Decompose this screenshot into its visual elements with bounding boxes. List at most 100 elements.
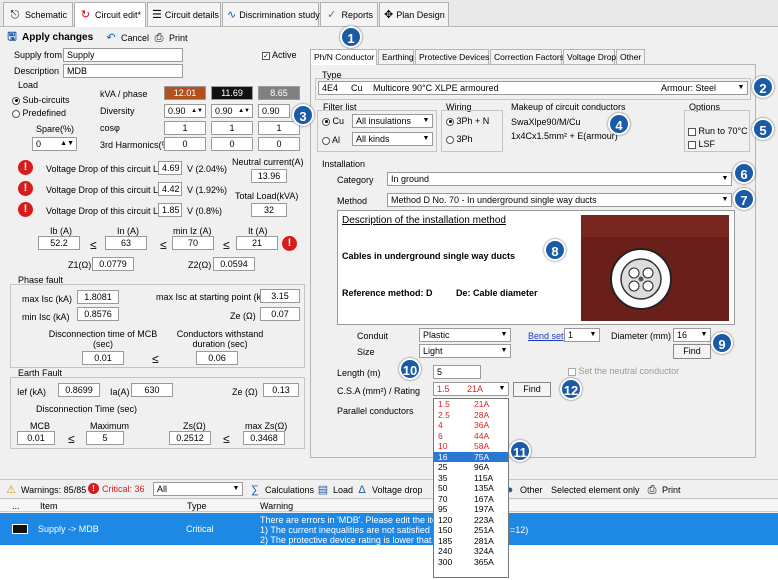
- set-neutral-checkbox[interactable]: Set the neutral conductor: [568, 366, 679, 376]
- chevron-down-icon: ▼: [500, 331, 508, 338]
- warnings-button[interactable]: ⚠ Warnings: 85/85: [4, 483, 86, 497]
- radio-icon: [446, 135, 454, 144]
- zs-label: Zs(Ω): [183, 421, 206, 431]
- sub-circuits-radio[interactable]: Sub-circuits: [12, 95, 70, 105]
- csa-find-button[interactable]: Find: [513, 382, 551, 397]
- tab-circuit-details[interactable]: ☰ Circuit details: [147, 2, 221, 26]
- callout-badge: 9: [711, 332, 733, 354]
- z2-value: 0.0594: [213, 257, 255, 271]
- description-field[interactable]: MDB: [63, 64, 183, 78]
- print-button[interactable]: ⎙ Print: [152, 31, 188, 45]
- method-description-title: Description of the installation method: [342, 215, 506, 226]
- list-item[interactable]: 50 135A: [434, 483, 508, 494]
- vdrop-l2-pct: V (1.92%): [187, 185, 228, 195]
- warnings-print-button[interactable]: ⎙ Print: [645, 483, 681, 497]
- length-field[interactable]: 5: [433, 365, 481, 379]
- supply-from-label: Supply from: [14, 50, 63, 60]
- supply-from-field[interactable]: Supply: [63, 48, 183, 62]
- run70-checkbox[interactable]: Run to 70°C: [688, 126, 748, 136]
- wiring-3phn-radio[interactable]: 3Ph + N: [446, 116, 489, 126]
- list-item[interactable]: 150 251A: [434, 525, 508, 536]
- tab-reports[interactable]: ✓ Reports: [320, 2, 378, 26]
- voltage-drop-icon: Δ: [358, 484, 366, 496]
- list-item[interactable]: 185 281A: [434, 536, 508, 547]
- tab-other[interactable]: Other: [616, 49, 645, 64]
- list-item[interactable]: 25 96A: [434, 462, 508, 473]
- diversity-1[interactable]: 0.90 ▲▼: [164, 104, 206, 118]
- tab-protective-devices[interactable]: Protective Devices: [415, 49, 489, 64]
- warnings-filter-select[interactable]: All ▼: [153, 482, 243, 496]
- list-item[interactable]: 120 223A: [434, 515, 508, 526]
- tab-correction-factors[interactable]: Correction Factors: [490, 49, 564, 64]
- chevron-down-icon: ▼: [737, 84, 745, 91]
- category-select[interactable]: In ground ▼: [387, 172, 732, 186]
- tab-plan-design[interactable]: ✥ Plan Design: [379, 2, 449, 26]
- selected-element-only[interactable]: Selected element only: [551, 485, 640, 495]
- list-item[interactable]: 240 324A: [434, 546, 508, 557]
- cos-2[interactable]: 1: [211, 121, 253, 135]
- active-checkbox[interactable]: ✓ Active: [262, 50, 297, 60]
- csa-rating-select[interactable]: 1.5 21A ▼: [433, 382, 509, 396]
- tab-discrimination-study[interactable]: ∿ Discrimination study: [222, 2, 320, 26]
- diameter-select[interactable]: 16 ▼: [673, 328, 711, 342]
- al-radio[interactable]: Al: [322, 135, 340, 145]
- neutral-current-value: 13.96: [251, 169, 287, 183]
- harmonics-1[interactable]: 0: [164, 137, 206, 151]
- tab-circuit-edit[interactable]: ↻ Circuit edit*: [74, 2, 146, 27]
- conduit-select[interactable]: Plastic ▼: [419, 328, 511, 342]
- bend-set-link[interactable]: Bend set: [528, 331, 564, 341]
- cos-1[interactable]: 1: [164, 121, 206, 135]
- ief-value: 0.8699: [58, 383, 100, 397]
- critical-button[interactable]: ! Critical: 36: [88, 483, 145, 494]
- tab-schematic[interactable]: ⎋ Schematic: [3, 2, 73, 26]
- cu-radio[interactable]: Cu: [322, 116, 344, 126]
- list-item[interactable]: 16 75A: [434, 451, 508, 462]
- bend-set-select[interactable]: 1 ▼: [564, 328, 600, 342]
- load-button[interactable]: ▤ Load: [316, 483, 353, 497]
- kinds-select[interactable]: All kinds ▼: [352, 132, 433, 146]
- chevron-down-icon: ▼: [498, 385, 506, 392]
- tab-earthing[interactable]: Earthing: [378, 49, 414, 64]
- cos-3[interactable]: 1: [258, 121, 300, 135]
- table-row[interactable]: Supply -> MDB Critical There are errors …: [0, 513, 778, 545]
- rating-dropdown-list[interactable]: 1.5 21A 2.5 28A 4 36A 6 44A 10 58A 16 75A 25 96A 35 115…: [433, 398, 509, 578]
- disc-time-label: Disconnection time of MCB (sec): [48, 329, 158, 349]
- method-select[interactable]: Method D No. 70 - In underground single …: [387, 193, 732, 207]
- list-item[interactable]: 10 58A: [434, 441, 508, 452]
- vdrop-l1-label: Voltage Drop of this circuit L1: [46, 164, 164, 174]
- list-item[interactable]: 95 197A: [434, 504, 508, 515]
- cable-type-select[interactable]: 4E4 Cu Multicore 90°C XLPE armoured Armo…: [318, 81, 748, 95]
- tab-ph-n-conductor[interactable]: Ph/N Conductor: [310, 49, 377, 65]
- ze-pf-label: Ze (Ω): [230, 311, 256, 321]
- diameter-find-button[interactable]: Find: [673, 344, 711, 359]
- tab-voltage-drop[interactable]: Voltage Drop: [563, 49, 616, 64]
- voltage-drop-button[interactable]: Δ Voltage drop: [355, 483, 422, 497]
- harmonics-3[interactable]: 0: [258, 137, 300, 151]
- harmonics-2[interactable]: 0: [211, 137, 253, 151]
- list-item[interactable]: 70 167A: [434, 494, 508, 505]
- list-item[interactable]: 6 44A: [434, 431, 508, 442]
- error-icon: !: [18, 160, 33, 175]
- predefined-radio[interactable]: Predefined: [12, 108, 66, 118]
- list-item[interactable]: 1.5 21A: [434, 399, 508, 410]
- spare-stepper[interactable]: 0 ▲▼: [32, 137, 77, 151]
- calculations-button[interactable]: ∑ Calculations: [248, 483, 314, 497]
- wiring-3ph-radio[interactable]: 3Ph: [446, 134, 473, 144]
- category-label: Category: [337, 175, 374, 185]
- warnings-grid-header: ... Item Type Warning: [0, 500, 778, 512]
- lsf-checkbox[interactable]: LSF: [688, 139, 715, 149]
- list-item[interactable]: 300 365A: [434, 557, 508, 568]
- kva-phase-1: 12.01: [164, 86, 206, 100]
- apply-changes-button[interactable]: 🖫 Apply changes: [5, 30, 93, 44]
- list-item[interactable]: 4 36A: [434, 420, 508, 431]
- insulation-select[interactable]: All insulations ▼: [352, 114, 433, 128]
- list-item[interactable]: 35 115A: [434, 473, 508, 484]
- diversity-3[interactable]: 0.90: [258, 104, 290, 118]
- curve-icon: ∿: [227, 8, 237, 21]
- min-isc-label: min Isc (kA): [22, 312, 70, 322]
- list-item[interactable]: 2.5 28A: [434, 410, 508, 421]
- diversity-2[interactable]: 0.90 ▲▼: [211, 104, 253, 118]
- warnings-grid-empty: [0, 545, 778, 580]
- cancel-button[interactable]: ↶ Cancel: [104, 31, 149, 45]
- size-select[interactable]: Light ▼: [419, 344, 511, 358]
